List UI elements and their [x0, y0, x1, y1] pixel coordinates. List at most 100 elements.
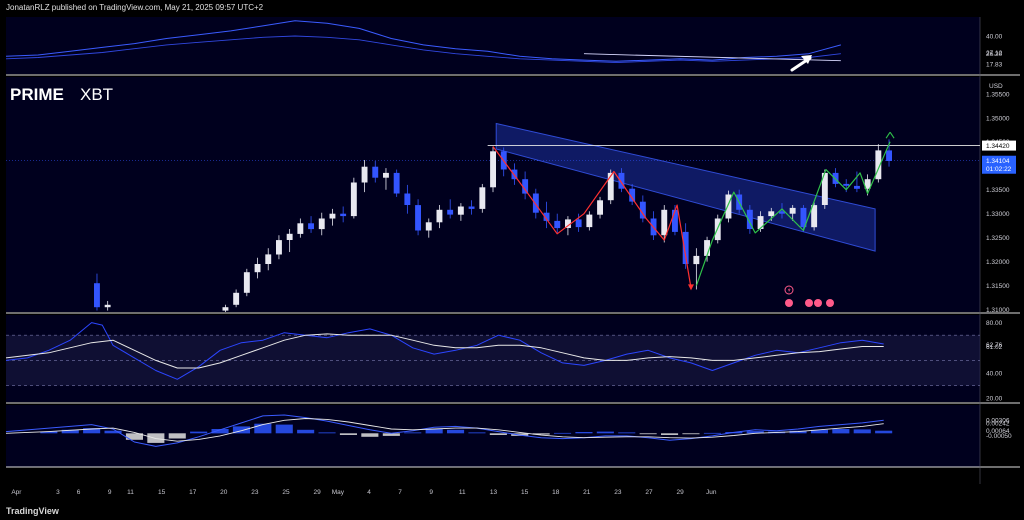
macd-bar-26 — [596, 431, 614, 434]
candle-body-16 — [372, 166, 379, 178]
date-label-7: 20 — [220, 489, 228, 496]
date-label-6: 17 — [189, 489, 197, 496]
candle-body-38 — [607, 172, 614, 201]
top-indicator-axis: 40.0027.1226.2017.83 — [986, 34, 1003, 69]
price-tag-countdown: 01:02:22 — [986, 166, 1012, 173]
date-label-8: 23 — [251, 489, 259, 496]
macd-bar-24 — [554, 432, 572, 434]
macd-bar-17 — [404, 432, 422, 434]
date-label-12: 4 — [367, 489, 371, 496]
price-tick-6: 1.32000 — [986, 259, 1010, 266]
price-tick-8: 1.31000 — [986, 307, 1010, 314]
macd-bar-5 — [147, 433, 165, 443]
chart-frame: JonatanRLZ published on TradingView.com,… — [0, 0, 1024, 520]
candle-body-31 — [532, 193, 539, 213]
candle-body-20 — [415, 205, 421, 231]
candle-body-8 — [286, 233, 293, 240]
candle-body-55 — [789, 207, 796, 214]
candle-body-3 — [233, 292, 240, 305]
candle-body-19 — [404, 193, 411, 205]
candle-body-6 — [265, 254, 272, 264]
top-tick-3: 17.83 — [986, 62, 1003, 69]
macd-bar-29 — [661, 433, 679, 435]
footer-bar: TradingView — [0, 503, 1024, 520]
macd-axis: 0.003060.002420.00064-0.00050 — [986, 418, 1012, 441]
brand-logo: PRIME XBT — [10, 85, 113, 104]
candle-body-9 — [297, 223, 304, 234]
macd-bar-31 — [703, 432, 721, 434]
date-label-20: 23 — [614, 489, 622, 496]
date-label-11: May — [332, 489, 345, 496]
brand-bold: PRIME — [10, 85, 64, 104]
candle-body-25 — [468, 206, 475, 209]
date-label-3: 9 — [108, 489, 112, 496]
candle-body-0 — [94, 283, 100, 308]
candle-body-10 — [308, 223, 314, 230]
rsi-tick-0: 80.00 — [986, 320, 1003, 327]
macd-bar-25 — [575, 432, 593, 434]
price-axis: 1.355001.350001.345001.335001.330001.325… — [982, 91, 1016, 314]
macd-bar-19 — [447, 429, 465, 434]
candle-body-27 — [490, 151, 496, 188]
macd-bar-10 — [254, 423, 272, 434]
candle-body-2 — [222, 307, 229, 311]
rsi-tick-3: 40.00 — [986, 371, 1003, 378]
date-label-4: 11 — [127, 489, 134, 496]
rsi-axis: 80.0062.7661.0240.0020.00 — [986, 320, 1003, 403]
candle-body-35 — [575, 219, 582, 228]
date-label-14: 9 — [429, 489, 433, 496]
date-label-9: 25 — [282, 489, 290, 496]
date-label-5: 15 — [158, 489, 166, 496]
candle-body-36 — [586, 214, 593, 228]
date-axis: Apr 3 6 9 11 15 17 20 23 25 29 May 4 7 9 11 13 15 18 21 23 27… — [11, 489, 717, 496]
date-label-13: 7 — [398, 489, 402, 496]
date-label-22: 29 — [676, 489, 684, 496]
candle-body-23 — [447, 209, 454, 215]
candle-body-64 — [886, 150, 892, 161]
date-label-0: Apr — [11, 489, 22, 496]
macd-bar-15 — [361, 433, 379, 437]
price-tick-0: 1.35500 — [986, 91, 1010, 98]
macd-bar-13 — [318, 432, 336, 434]
top-indicator-panel — [6, 17, 980, 74]
candle-body-15 — [361, 166, 368, 183]
price-panel — [6, 77, 980, 312]
date-label-21: 27 — [645, 489, 653, 496]
candle-body-14 — [350, 182, 357, 217]
macd-bar-28 — [639, 433, 657, 435]
candle-body-60 — [843, 183, 850, 186]
macd-bar-20 — [468, 432, 486, 434]
rsi-tick-2: 61.02 — [986, 344, 1003, 351]
candle-body-33 — [554, 220, 561, 229]
rsi-tick-4: 20.00 — [986, 396, 1003, 403]
date-label-16: 13 — [490, 489, 498, 496]
candle-body-44 — [672, 209, 678, 232]
candle-body-22 — [436, 209, 443, 223]
top-tick-0: 40.00 — [986, 34, 1003, 41]
date-label-2: 6 — [77, 489, 81, 496]
macd-bar-27 — [618, 432, 636, 434]
chart-canvas[interactable]: PRIME XBT 40.0027.1226.2017.83 USD 1.355… — [0, 0, 1024, 520]
price-tick-3: 1.33500 — [986, 187, 1010, 194]
candle-body-37 — [597, 200, 603, 215]
candle-body-13 — [340, 213, 347, 217]
price-tick-5: 1.32500 — [986, 235, 1010, 242]
date-label-18: 18 — [552, 489, 560, 496]
currency-label: USD — [989, 83, 1003, 90]
price-tag-1: 1.34104 — [986, 158, 1010, 165]
price-tick-1: 1.35000 — [986, 115, 1010, 122]
candle-body-21 — [425, 222, 432, 231]
candle-body-7 — [276, 240, 282, 255]
macd-tick-1: 0.00242 — [986, 420, 1010, 427]
candle-body-24 — [457, 206, 464, 215]
macd-bar-14 — [339, 433, 357, 435]
price-tick-7: 1.31500 — [986, 283, 1010, 290]
macd-bar-12 — [297, 429, 315, 434]
date-label-17: 15 — [521, 489, 529, 496]
macd-bar-7 — [190, 431, 208, 434]
candle-body-18 — [393, 172, 400, 194]
candle-body-5 — [254, 264, 261, 273]
candle-body-61 — [854, 185, 860, 189]
candle-body-11 — [318, 218, 325, 230]
date-label-10: 29 — [313, 489, 321, 496]
